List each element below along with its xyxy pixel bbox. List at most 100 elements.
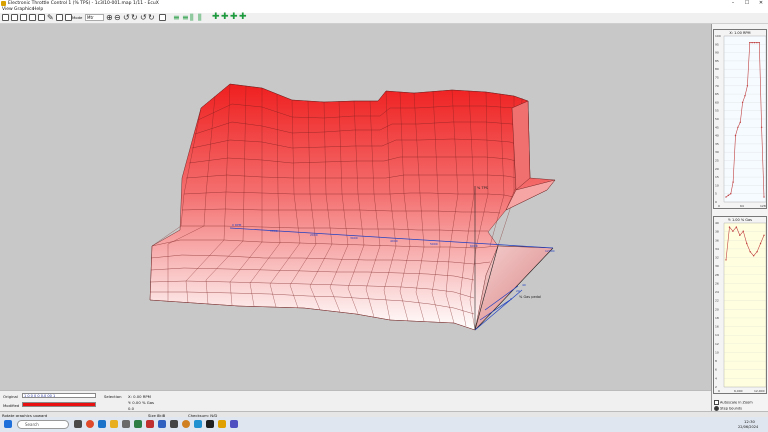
- graph-ytick: 26: [715, 281, 719, 285]
- graph-ytick: 20: [715, 307, 719, 311]
- add-col-icon[interactable]: ✚: [230, 13, 238, 22]
- add-icon[interactable]: ✚: [212, 13, 220, 22]
- graph-ytick: 36: [715, 238, 719, 242]
- app-yellow-icon[interactable]: [218, 420, 226, 428]
- word-icon[interactable]: [158, 420, 166, 428]
- graph-gas-xtick: 6,000: [734, 389, 743, 393]
- graph-rpm-xtick: 64: [740, 204, 744, 208]
- graph-ytick: 25: [715, 159, 719, 163]
- rotate-up-icon[interactable]: ↺: [140, 13, 147, 22]
- add-row-icon[interactable]: ✚: [221, 13, 229, 22]
- new-icon[interactable]: [2, 14, 9, 21]
- settings-icon[interactable]: [122, 420, 130, 428]
- graph-ytick: 4: [715, 376, 717, 380]
- table2-icon[interactable]: [29, 14, 36, 21]
- app-icon: [1, 1, 6, 6]
- selection-x: X: 0.00 RPM: [128, 394, 151, 399]
- mode-select[interactable]: Mtr: [85, 14, 104, 21]
- graph-ytick: 16: [715, 325, 719, 329]
- chart-icon[interactable]: [56, 14, 63, 21]
- autoscale-checkbox[interactable]: Autoscale in Zoom: [714, 400, 753, 405]
- close-button[interactable]: ✕: [754, 0, 768, 7]
- outlook-icon[interactable]: [98, 420, 106, 428]
- pencil-icon[interactable]: ✎: [47, 13, 54, 22]
- graph-ytick: 80: [715, 67, 719, 71]
- app-red-icon[interactable]: [146, 420, 154, 428]
- svg-text:5000: 5000: [430, 242, 438, 246]
- graph-ytick: 8: [715, 359, 717, 363]
- selection-y: Y: 0.00 % Gas: [128, 400, 155, 405]
- columns-icon[interactable]: ⫼: [190, 13, 194, 22]
- graph-ytick: 30: [715, 264, 719, 268]
- zoom-in-icon[interactable]: ⊕: [106, 13, 113, 22]
- graph-ytick: 85: [715, 59, 719, 63]
- explorer-icon[interactable]: [110, 420, 118, 428]
- bars-icon[interactable]: ≡: [173, 13, 180, 22]
- bars2-icon[interactable]: ≡: [182, 13, 189, 22]
- graph-ytick: 60: [715, 100, 719, 104]
- graph-ytick: 18: [715, 316, 719, 320]
- maximize-button[interactable]: ☐: [740, 0, 754, 7]
- 3d-map-viewport[interactable]: 0 RPM 1000 2000 3000 4000 5000 6000 1200…: [0, 24, 711, 390]
- graph-ytick: 32: [715, 256, 719, 260]
- ecux-icon[interactable]: [182, 420, 190, 428]
- graph-ytick: 65: [715, 92, 719, 96]
- edge-icon[interactable]: [194, 420, 202, 428]
- app-purple-icon[interactable]: [230, 420, 238, 428]
- selection-label: Selection: [104, 394, 122, 399]
- graph-rpm-plot: 1009590858075706560555045403530252015105…: [715, 34, 767, 204]
- graph-ytick: 2: [715, 385, 717, 389]
- graph-ytick: 5: [715, 192, 717, 196]
- mode-label: Mode: [72, 15, 83, 20]
- depth-axis-label: % Gas pedal: [519, 295, 541, 299]
- title-bar: Electronic Throttle Control 1 (% TPS) - …: [0, 0, 768, 7]
- rotate-down-icon[interactable]: ↻: [148, 13, 155, 22]
- graph-ytick: 14: [715, 333, 719, 337]
- table-icon[interactable]: [20, 14, 27, 21]
- view-icon[interactable]: [159, 14, 166, 21]
- graph-ytick: 35: [715, 142, 719, 146]
- original-label: Original: [3, 394, 18, 399]
- clock-date: 22/06/2024: [738, 425, 759, 429]
- minimize-button[interactable]: –: [726, 0, 740, 7]
- graph-ytick: 24: [715, 290, 719, 294]
- graph-rpm-xtick: 0: [718, 204, 720, 208]
- graph-gas[interactable]: Y: 1.00 % Gas 40 38 36 34 32 30 28 26 24 22 20 18 16…: [713, 216, 767, 394]
- modified-label: Modified: [3, 403, 20, 408]
- graph-ytick: 20: [715, 167, 719, 171]
- add-all-icon[interactable]: ✚: [239, 13, 247, 22]
- graph-ytick: 10: [715, 183, 719, 187]
- table3-icon[interactable]: [38, 14, 45, 21]
- grid-icon[interactable]: [11, 14, 18, 21]
- svg-text:3000: 3000: [350, 236, 358, 240]
- svg-text:1000: 1000: [270, 229, 278, 233]
- text-icon[interactable]: [170, 420, 178, 428]
- graph-ytick: 0: [715, 200, 717, 204]
- rotate-right-icon[interactable]: ↻: [131, 13, 138, 22]
- vertical-axis-label: % TPS: [477, 186, 489, 190]
- columns2-icon[interactable]: ⫼: [198, 13, 202, 22]
- svg-text:20: 20: [516, 289, 520, 293]
- graph-ytick: 15: [715, 175, 719, 179]
- graph-gas-xtick: 0: [718, 389, 720, 393]
- start-icon[interactable]: [4, 420, 12, 428]
- taskview-icon[interactable]: [74, 420, 82, 428]
- toolbar: ✎ Mode Mtr ⊕ ⊖ ↺ ↻ ↺ ↻ ≡ ≡ ⫼ ⫼ ✚ ✚ ✚ ✚: [0, 13, 768, 24]
- svg-text:6000: 6000: [470, 244, 478, 248]
- taskbar-search[interactable]: Search: [17, 420, 69, 429]
- svg-text:0: 0: [510, 297, 512, 301]
- graph-rpm[interactable]: X: 1.00 RPM 100 95 90 85 80 75 70 65 60 55 50 45 40 3…: [713, 29, 767, 209]
- clock-time: 12:30: [744, 419, 755, 424]
- graph-ytick: 95: [715, 42, 719, 46]
- modified-value-bar: [22, 402, 96, 407]
- rotate-left-icon[interactable]: ↺: [123, 13, 130, 22]
- zoom-out-icon[interactable]: ⊖: [114, 13, 121, 22]
- graph-ytick: 75: [715, 76, 719, 80]
- graph-ytick: 100: [715, 34, 721, 38]
- excel-icon[interactable]: [134, 420, 142, 428]
- chrome-icon[interactable]: [86, 420, 94, 428]
- chart2-icon[interactable]: [65, 14, 72, 21]
- terminal-icon[interactable]: [206, 420, 214, 428]
- 3d-surface-plot[interactable]: 0 RPM 1000 2000 3000 4000 5000 6000 1200…: [0, 24, 711, 390]
- graph-ytick: 12: [715, 342, 719, 346]
